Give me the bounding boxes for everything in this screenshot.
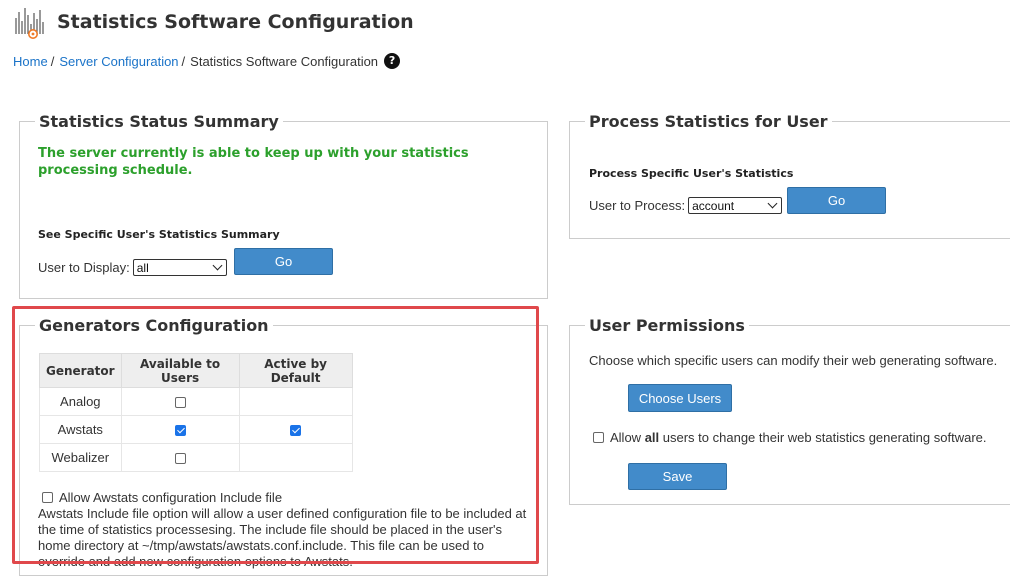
stats-chart-gear-icon (15, 8, 44, 39)
allow-prefix: Allow (610, 430, 645, 445)
breadcrumb-home-link[interactable]: Home (13, 54, 48, 69)
status-summary-legend: Statistics Status Summary (39, 112, 279, 131)
breadcrumb-separator: / (50, 53, 55, 69)
awstats-available-checkbox[interactable] (174, 425, 186, 437)
status-go-button[interactable]: Go (234, 248, 333, 275)
generators-panel: Generators Configuration Generator Avail… (19, 316, 548, 576)
column-header-active: Active by Default (238, 353, 353, 388)
user-to-display-value: all (136, 260, 149, 275)
available-cell (120, 387, 240, 416)
user-permissions-panel: User Permissions Choose which specific u… (569, 316, 1010, 505)
include-file-label: Allow Awstats configuration Include file (59, 490, 283, 505)
generator-name: Webalizer (39, 443, 122, 472)
allow-bold-all: all (644, 430, 660, 445)
status-summary-subheading: See Specific User's Statistics Summary (38, 228, 280, 241)
save-button[interactable]: Save (628, 463, 727, 490)
available-cell (120, 415, 240, 444)
available-cell (120, 443, 240, 472)
user-to-process-label: User to Process: (589, 198, 686, 213)
page-title: Statistics Software Configuration (57, 11, 414, 33)
process-statistics-subheading: Process Specific User's Statistics (589, 167, 794, 180)
column-header-available: Available to Users (120, 353, 240, 388)
user-to-display-label: User to Display: (38, 260, 130, 275)
breadcrumb-separator: / (181, 53, 186, 69)
table-row: Analog (39, 387, 353, 416)
user-to-process-row: User to Process: account (589, 197, 783, 214)
allow-all-row: Allow all users to change their web stat… (593, 430, 987, 445)
table-row: Webalizer (39, 443, 353, 472)
breadcrumb-server-configuration-link[interactable]: Server Configuration (59, 54, 178, 69)
process-statistics-legend: Process Statistics for User (589, 112, 828, 131)
page-header: Statistics Software Configuration (13, 4, 414, 40)
status-summary-panel: Statistics Status Summary The server cur… (19, 112, 548, 299)
user-to-process-value: account (692, 198, 735, 213)
permissions-description: Choose which specific users can modify t… (589, 353, 998, 368)
generators-table: Generator Available to Users Active by D… (39, 353, 353, 472)
allow-suffix: users to change their web statistics gen… (659, 430, 987, 445)
question-circle-icon[interactable]: ? (384, 53, 401, 69)
user-permissions-legend: User Permissions (589, 316, 745, 335)
generator-name: Analog (39, 387, 122, 416)
webalizer-available-checkbox[interactable] (174, 453, 186, 465)
chevron-down-icon (767, 198, 778, 209)
include-file-checkbox[interactable] (42, 492, 53, 503)
allow-all-checkbox[interactable] (593, 432, 604, 443)
breadcrumb: Home / Server Configuration / Statistics… (13, 53, 401, 69)
active-cell (238, 415, 353, 444)
include-file-row: Allow Awstats configuration Include file (42, 490, 282, 505)
awstats-active-checkbox[interactable] (290, 425, 302, 437)
generator-name: Awstats (39, 415, 122, 444)
process-statistics-panel: Process Statistics for User Process Spec… (569, 112, 1010, 239)
table-row: Awstats (39, 415, 353, 444)
status-message: The server currently is able to keep up … (38, 146, 469, 178)
user-to-process-select[interactable]: account (688, 197, 783, 214)
allow-all-label: Allow all users to change their web stat… (610, 430, 987, 445)
chevron-down-icon (212, 260, 223, 271)
user-to-display-select[interactable]: all (132, 259, 227, 276)
process-go-button[interactable]: Go (787, 187, 886, 214)
generators-legend: Generators Configuration (39, 316, 269, 335)
user-to-display-row: User to Display: all (38, 259, 227, 276)
active-cell-empty (238, 387, 353, 416)
analog-available-checkbox[interactable] (174, 397, 186, 409)
generators-table-header-row: Generator Available to Users Active by D… (39, 353, 353, 388)
active-cell-empty (238, 443, 353, 472)
choose-users-button[interactable]: Choose Users (628, 384, 732, 412)
breadcrumb-current: Statistics Software Configuration (190, 53, 379, 69)
include-file-description: Awstats Include file option will allow a… (38, 506, 527, 569)
column-header-generator: Generator (39, 353, 122, 388)
